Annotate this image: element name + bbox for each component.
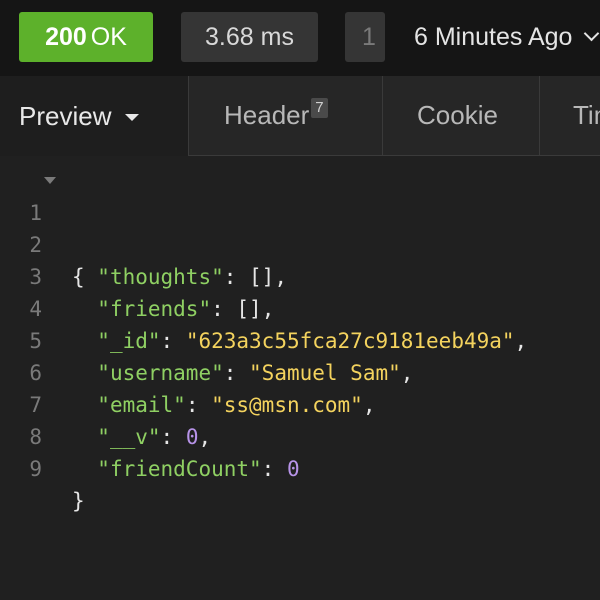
- json-key: "_id": [97, 329, 161, 353]
- code-text: "thoughts": [],: [97, 265, 287, 289]
- header-count-badge: 7: [311, 98, 328, 118]
- response-time: 3.68 ms: [205, 23, 294, 51]
- code-text: "friends": [],: [97, 297, 275, 321]
- code-text: "email": "ss@msn.com",: [97, 393, 376, 417]
- json-value: 0: [185, 425, 199, 449]
- json-key: "username": [97, 361, 224, 385]
- tab-strip: Header7 Cookie Tim: [188, 76, 600, 156]
- code-line: 9 }: [0, 421, 84, 513]
- caret-down-icon: [125, 114, 140, 121]
- line-number: 9: [29, 457, 42, 481]
- history-label: 6 Minutes Ago: [414, 23, 573, 51]
- response-status-bar: 200 OK 3.68 ms 1 6 Minutes Ago: [0, 0, 600, 76]
- fold-arrow-icon[interactable]: [44, 177, 56, 184]
- status-code: 200: [45, 23, 87, 51]
- status-badge: 200 OK: [19, 12, 153, 62]
- tab-header-label: Header: [224, 100, 310, 130]
- json-key: "email": [97, 393, 186, 417]
- code-line: 1 {: [0, 165, 85, 289]
- response-size: 1: [362, 23, 376, 51]
- json-value: "623a3c55fca27c9181eeb49a": [185, 329, 515, 353]
- tab-cookie-label: Cookie: [417, 100, 498, 130]
- code-line: 5 "username": "Samuel Sam",: [0, 293, 413, 385]
- code-line: 4 "_id": "623a3c55fca27c9181eeb49a",: [0, 261, 527, 353]
- code-text: "friendCount": 0: [97, 457, 300, 481]
- json-value: 0: [286, 457, 300, 481]
- status-text: OK: [90, 23, 127, 51]
- tab-divider: [539, 76, 540, 155]
- code-line: 3 "friends": [],: [0, 229, 274, 321]
- json-value: []: [236, 297, 262, 321]
- json-value: []: [249, 265, 275, 289]
- close-brace: }: [72, 489, 85, 513]
- json-viewer[interactable]: 1 { 2 "thoughts": [], 3 "friends": [], 4…: [0, 165, 600, 600]
- history-dropdown[interactable]: 6 Minutes Ago: [414, 12, 600, 62]
- tab-timeline-label: Tim: [573, 100, 600, 130]
- code-line: 2 "thoughts": [],: [0, 197, 287, 289]
- response-panel: 200 OK 3.68 ms 1 6 Minutes Ago Preview He…: [0, 0, 600, 600]
- tab-timeline[interactable]: Tim: [573, 76, 600, 155]
- code-line: 6 "email": "ss@msn.com",: [0, 325, 375, 417]
- response-tab-bar: Preview Header7 Cookie Tim: [0, 76, 600, 156]
- json-value: "ss@msn.com": [211, 393, 363, 417]
- code-line: 7 "__v": 0,: [0, 357, 211, 449]
- tab-cookie[interactable]: Cookie: [417, 76, 498, 155]
- code-text: "username": "Samuel Sam",: [97, 361, 414, 385]
- code-text: "__v": 0,: [97, 425, 212, 449]
- tab-header[interactable]: Header 7: [224, 76, 328, 155]
- chevron-down-icon: [584, 25, 600, 42]
- json-value: "Samuel Sam": [249, 361, 401, 385]
- json-key: "friends": [97, 297, 212, 321]
- code-text: }: [72, 485, 85, 517]
- tab-preview-label: Preview: [19, 101, 112, 131]
- code-text: "_id": "623a3c55fca27c9181eeb49a",: [97, 329, 528, 353]
- code-line: 8 "friendCount": 0: [0, 389, 299, 481]
- response-size-badge: 1: [345, 12, 385, 62]
- response-time-badge: 3.68 ms: [181, 12, 318, 62]
- json-key: "__v": [97, 425, 161, 449]
- tab-divider: [382, 76, 383, 155]
- json-key: "friendCount": [97, 457, 262, 481]
- json-key: "thoughts": [97, 265, 224, 289]
- tab-preview[interactable]: Preview: [0, 76, 188, 156]
